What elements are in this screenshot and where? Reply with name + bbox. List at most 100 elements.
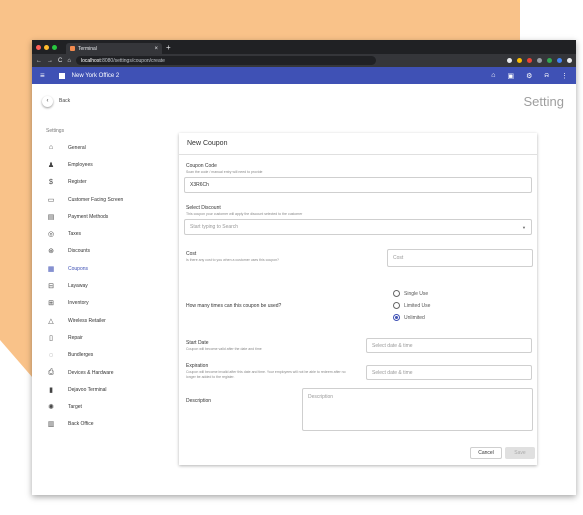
sidebar-item-label: Wireless Retailer [68, 317, 106, 324]
sidebar-item-target[interactable]: ✺ Target [32, 398, 172, 415]
cost-field[interactable]: Cost [387, 249, 533, 267]
notification-icon[interactable]: ⍾ [544, 72, 549, 80]
url-path: :8080/settings/coupon/create [100, 57, 165, 64]
sidebar-item-dejavoo-terminal[interactable]: ▮ Dejavoo Terminal [32, 381, 172, 398]
browser-tabbar: Terminal × + [32, 40, 576, 54]
discount-select[interactable]: Start typing to Search ▼ [184, 219, 532, 235]
extension-icon[interactable] [557, 58, 562, 63]
close-window-icon[interactable] [36, 44, 41, 50]
back-nav-icon[interactable]: ← [36, 58, 42, 64]
expiration-label: Expiration [186, 363, 209, 369]
sidebar-item-icon: ◌ [48, 351, 54, 359]
sidebar-item-register[interactable]: $ Register [32, 174, 172, 191]
settings-icon[interactable]: ⚙ [526, 72, 532, 80]
extension-icon[interactable] [537, 58, 542, 63]
dropdown-arrow-icon: ▼ [522, 224, 526, 230]
sidebar-item-discounts[interactable]: ⊛ Discounts [32, 243, 172, 260]
start-date-field[interactable]: Select date & time [366, 338, 532, 353]
description-field[interactable]: Description [302, 388, 533, 431]
sidebar-item-icon: ▦ [47, 265, 55, 273]
home-icon[interactable]: ⌂ [67, 58, 71, 64]
description-label: Description [186, 398, 212, 404]
sidebar-item-icon: ▭ [47, 196, 55, 204]
coupon-code-field[interactable]: X3R6Ch [184, 177, 532, 193]
new-tab-icon[interactable]: + [166, 43, 171, 52]
sidebar-item-label: Customer Facing Screen [68, 196, 124, 203]
sidebar-item-icon: ⊞ [48, 300, 54, 308]
sidebar-item-label: Target [68, 404, 82, 411]
zoom-icon[interactable] [507, 58, 512, 63]
sidebar-item-icon: ⎙ [48, 368, 54, 376]
maximize-window-icon[interactable] [52, 44, 57, 50]
radio-icon [393, 290, 400, 297]
radio-label: Single Use [404, 290, 429, 297]
register-icon[interactable]: ▣ [507, 72, 514, 80]
radio-label: Unlimited [404, 314, 425, 321]
cancel-button[interactable]: Cancel [470, 447, 502, 459]
extension-icon[interactable] [547, 58, 552, 63]
url-host: localhost [80, 57, 101, 64]
settings-sidebar: Settings ⌂ General ♟ Employees $ Register ▭ Cus… [32, 128, 172, 433]
sidebar-item-taxes[interactable]: ◎ Taxes [32, 225, 172, 242]
sidebar-item-employees[interactable]: ♟ Employees [32, 156, 172, 173]
tab-close-icon[interactable]: × [154, 46, 158, 52]
reload-icon[interactable]: C [58, 58, 62, 64]
sidebar-item-label: Payment Methods [68, 213, 109, 220]
uses-label: How many times can this coupon be used? [186, 303, 282, 309]
save-button[interactable]: Save [505, 447, 535, 459]
sidebar-item-label: Dejavoo Terminal [68, 386, 107, 393]
expiration-field[interactable]: Select date & time [366, 365, 532, 380]
page-header: ‹ Back Setting [32, 84, 576, 118]
back-button[interactable]: ‹ Back [42, 95, 71, 107]
radio-limited-use[interactable]: Limited Use [393, 302, 430, 309]
sidebar-item-label: Bundlerges [68, 352, 94, 359]
sidebar-item-label: Layaway [68, 283, 88, 290]
sidebar-item-customer-facing-screen[interactable]: ▭ Customer Facing Screen [32, 191, 172, 208]
back-label: Back [59, 98, 71, 104]
sidebar-item-label: Devices & Hardware [68, 369, 114, 376]
sidebar-item-bundlerges[interactable]: ◌ Bundlerges [32, 347, 172, 364]
cost-label: Cost [186, 251, 197, 257]
sidebar-item-icon: ▤ [47, 213, 55, 221]
browser-toolbar: ← → C ⌂ localhost:8080/settings/coupon/c… [32, 54, 576, 67]
sidebar-item-label: Back Office [68, 421, 94, 428]
profile-icon[interactable] [567, 58, 572, 63]
sidebar-item-back-office[interactable]: ▥ Back Office [32, 416, 172, 433]
coupon-code-label: Coupon Code [186, 163, 217, 169]
sidebar-item-icon: ⊟ [48, 283, 54, 291]
sidebar-item-wireless-retailer[interactable]: △ Wireless Retailer [32, 312, 172, 329]
start-date-hint: Coupon will become valid after the date … [186, 347, 262, 351]
sidebar-item-icon: $ [49, 178, 53, 186]
address-bar[interactable]: localhost:8080/settings/coupon/create [75, 56, 376, 65]
more-icon[interactable]: ⋮ [561, 72, 568, 80]
sidebar-item-coupons[interactable]: ▦ Coupons [32, 260, 172, 277]
sidebar-item-label: Coupons [68, 265, 89, 272]
star-icon[interactable] [517, 58, 522, 63]
radio-icon [393, 302, 400, 309]
radio-unlimited[interactable]: Unlimited [393, 314, 425, 321]
minimize-window-icon[interactable] [44, 44, 49, 50]
extension-icons [507, 58, 572, 63]
extension-icon[interactable] [527, 58, 532, 63]
radio-single-use[interactable]: Single Use [393, 290, 428, 297]
browser-tab[interactable]: Terminal × [66, 43, 162, 54]
sidebar-item-icon: ⌂ [48, 144, 54, 152]
sidebar-item-general[interactable]: ⌂ General [32, 139, 172, 156]
sidebar-item-label: Discounts [68, 248, 90, 255]
forward-nav-icon[interactable]: → [47, 58, 53, 64]
radio-label: Limited Use [404, 302, 431, 309]
coupon-code-hint: Scan the code / manual entry will need t… [186, 170, 263, 174]
store-name[interactable]: New York Office 2 [72, 73, 120, 79]
sidebar-item-inventory[interactable]: ⊞ Inventory [32, 295, 172, 312]
menu-icon[interactable]: ≡ [40, 71, 45, 80]
favicon-icon [70, 46, 75, 51]
sidebar-item-devices-hardware[interactable]: ⎙ Devices & Hardware [32, 364, 172, 381]
sidebar-item-layaway[interactable]: ⊟ Layaway [32, 277, 172, 294]
sidebar-item-icon: ✺ [48, 404, 54, 412]
sidebar-item-repair[interactable]: ▯ Repair [32, 329, 172, 346]
sidebar-item-label: Register [68, 179, 87, 186]
sidebar-item-payment-methods[interactable]: ▤ Payment Methods [32, 208, 172, 225]
home-icon[interactable]: ⌂ [491, 72, 495, 80]
start-date-label: Start Date [186, 340, 209, 346]
app-bar: ≡ New York Office 2 ⌂ ▣ ⚙ ⍾ ⋮ [32, 67, 576, 84]
